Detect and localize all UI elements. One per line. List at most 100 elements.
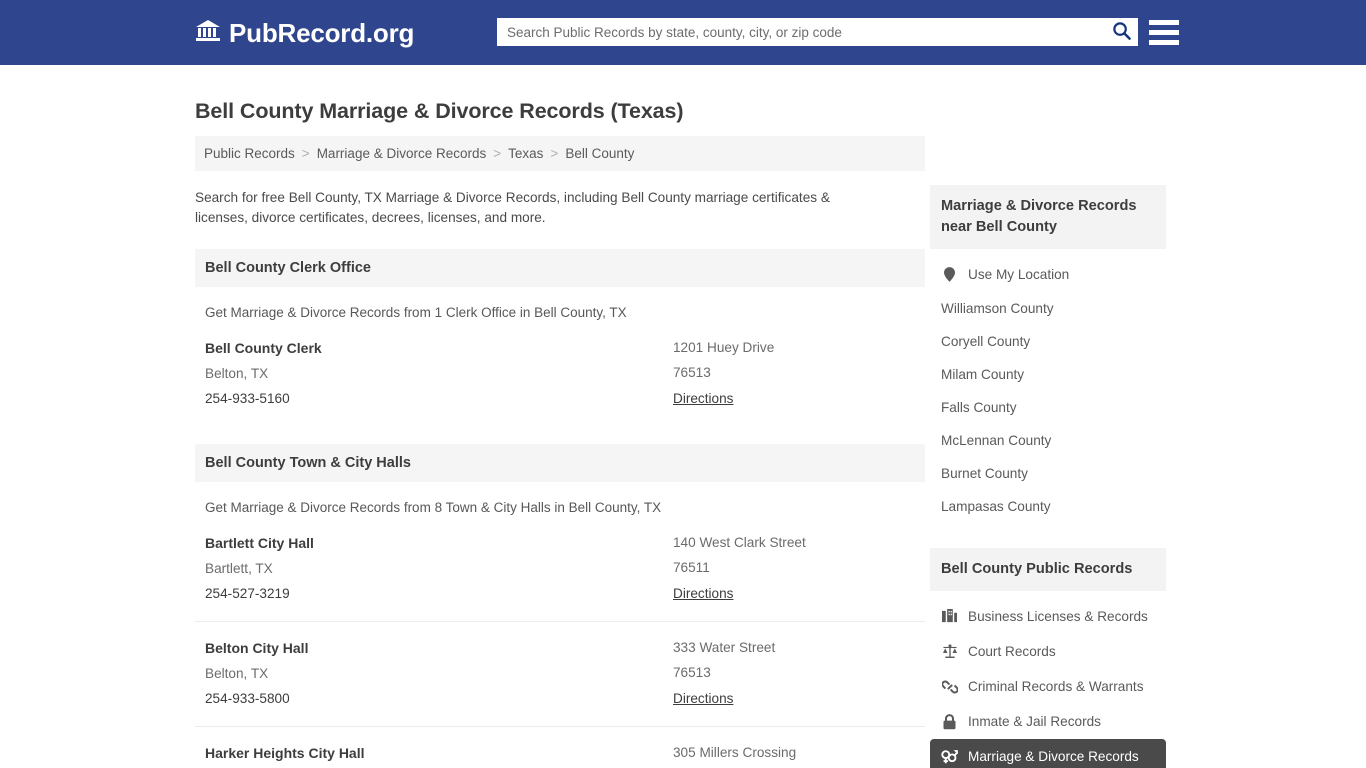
section-town-city-halls: Bell County Town & City Halls Get Marria… <box>195 444 925 768</box>
sidebar-item-label: McLennan County <box>941 433 1052 448</box>
sidebar-item-milam-county[interactable]: Milam County <box>930 358 1166 391</box>
sidebar-heading-nearby: Marriage & Divorce Records near Bell Cou… <box>930 185 1166 249</box>
page-body: Bell County Marriage & Divorce Records (… <box>0 65 1366 768</box>
sidebar-item-marriage-divorce-records[interactable]: Marriage & Divorce Records <box>930 739 1166 768</box>
sidebar-item-criminal-records[interactable]: Criminal Records & Warrants <box>930 669 1166 704</box>
office-city: Belton, TX <box>205 366 269 381</box>
section-heading: Bell County Clerk Office <box>195 249 925 287</box>
entry-primary-column: Belton City Hall Belton, TX 254-933-5800 <box>205 640 673 708</box>
breadcrumb-separator: > <box>493 146 502 161</box>
office-zip: 76511 <box>673 560 710 575</box>
list-item: Lampasas County <box>930 490 1166 523</box>
sidebar-item-mclennan-county[interactable]: McLennan County <box>930 424 1166 457</box>
office-street: 305 Millers Crossing <box>673 745 797 760</box>
sidebar-item-label: Williamson County <box>941 301 1054 316</box>
menu-bar-1 <box>1149 19 1179 25</box>
chain-link-icon <box>941 678 958 695</box>
office-phone: 254-933-5800 <box>205 691 290 706</box>
bank-building-icon <box>195 18 221 47</box>
sidebar-item-label: Inmate & Jail Records <box>968 714 1101 729</box>
section-subtitle: Get Marriage & Divorce Records from 1 Cl… <box>205 305 627 320</box>
sidebar-item-label: Business Licenses & Records <box>968 609 1148 624</box>
sidebar-item-inmate-jail-records[interactable]: Inmate & Jail Records <box>930 704 1166 739</box>
breadcrumb-item-public-records[interactable]: Public Records <box>204 146 295 161</box>
site-header: PubRecord.org <box>0 0 1366 65</box>
list-item: Falls County <box>930 391 1166 424</box>
hamburger-menu-icon[interactable] <box>1149 17 1179 47</box>
directions-link[interactable]: Directions <box>673 691 733 706</box>
sidebar-item-label: Criminal Records & Warrants <box>968 679 1144 694</box>
sidebar-item-label: Falls County <box>941 400 1017 415</box>
sidebar-item-label: Marriage & Divorce Records <box>968 749 1139 764</box>
office-phone: 254-933-5160 <box>205 391 290 406</box>
list-item: Inmate & Jail Records <box>930 704 1166 739</box>
sidebar-item-label: Use My Location <box>968 267 1070 282</box>
list-item: Williamson County <box>930 292 1166 325</box>
sidebar-item-label: Milam County <box>941 367 1025 382</box>
list-item: Criminal Records & Warrants <box>930 669 1166 704</box>
sidebar-item-falls-county[interactable]: Falls County <box>930 391 1166 424</box>
sidebar-nearby-list: Use My Location Williamson County Coryel… <box>930 257 1166 523</box>
entry-address-column: 333 Water Street 76513 Directions <box>673 640 915 708</box>
sidebar-public-records-list: Business Licenses & Records Court Record… <box>930 599 1166 768</box>
building-icon <box>941 608 958 625</box>
balance-scale-icon <box>941 643 958 660</box>
site-logo-link[interactable]: PubRecord.org <box>195 18 414 47</box>
map-pin-icon <box>941 266 958 283</box>
entry-primary-column: Bartlett City Hall Bartlett, TX 254-527-… <box>205 535 673 603</box>
list-item: Milam County <box>930 358 1166 391</box>
sidebar-item-coryell-county[interactable]: Coryell County <box>930 325 1166 358</box>
breadcrumb-separator: > <box>550 146 559 161</box>
section-clerk-office: Bell County Clerk Office Get Marriage & … <box>195 249 925 426</box>
search-bar <box>497 18 1138 46</box>
sidebar-heading-public-records: Bell County Public Records <box>930 548 1166 591</box>
search-icon <box>1112 21 1131 43</box>
menu-bar-2 <box>1149 29 1179 35</box>
list-item: Use My Location <box>930 257 1166 292</box>
breadcrumb-item-texas[interactable]: Texas <box>508 146 543 161</box>
list-item: Business Licenses & Records <box>930 599 1166 634</box>
sidebar-item-lampasas-county[interactable]: Lampasas County <box>930 490 1166 523</box>
sidebar-item-label: Burnet County <box>941 466 1028 481</box>
page-intro-text: Search for free Bell County, TX Marriage… <box>195 190 830 225</box>
table-row: Bell County Clerk Belton, TX 254-933-516… <box>195 340 925 426</box>
office-street: 1201 Huey Drive <box>673 340 775 355</box>
search-button[interactable] <box>1104 18 1138 46</box>
directions-link[interactable]: Directions <box>673 586 733 601</box>
search-input[interactable] <box>497 18 1104 46</box>
menu-bar-3 <box>1149 39 1179 45</box>
sidebar-item-williamson-county[interactable]: Williamson County <box>930 292 1166 325</box>
office-zip: 76513 <box>673 665 711 680</box>
entry-primary-column: Harker Heights City Hall Harker Heights,… <box>205 745 673 768</box>
list-item: Court Records <box>930 634 1166 669</box>
office-name: Bell County Clerk <box>205 340 322 356</box>
office-city: Belton, TX <box>205 666 269 681</box>
office-zip: 76513 <box>673 365 711 380</box>
venus-mars-icon <box>941 748 958 765</box>
breadcrumb-item-bell-county: Bell County <box>565 146 635 161</box>
sidebar-item-court-records[interactable]: Court Records <box>930 634 1166 669</box>
breadcrumb-separator: > <box>301 146 310 161</box>
padlock-icon <box>941 713 958 730</box>
entry-primary-column: Bell County Clerk Belton, TX 254-933-516… <box>205 340 673 408</box>
breadcrumb-item-marriage-divorce-records[interactable]: Marriage & Divorce Records <box>317 146 487 161</box>
table-row: Bartlett City Hall Bartlett, TX 254-527-… <box>195 535 925 622</box>
directions-link[interactable]: Directions <box>673 391 733 406</box>
sidebar-item-burnet-county[interactable]: Burnet County <box>930 457 1166 490</box>
table-row: Belton City Hall Belton, TX 254-933-5800… <box>195 640 925 727</box>
section-heading: Bell County Town & City Halls <box>195 444 925 482</box>
office-street: 140 West Clark Street <box>673 535 806 550</box>
office-street: 333 Water Street <box>673 640 776 655</box>
sidebar-item-business-licenses[interactable]: Business Licenses & Records <box>930 599 1166 634</box>
breadcrumb: Public Records > Marriage & Divorce Reco… <box>195 136 925 171</box>
sidebar-item-label: Lampasas County <box>941 499 1051 514</box>
sidebar-item-use-my-location[interactable]: Use My Location <box>930 257 1166 292</box>
list-item: McLennan County <box>930 424 1166 457</box>
office-name: Bartlett City Hall <box>205 535 314 551</box>
office-name: Harker Heights City Hall <box>205 745 365 761</box>
office-city: Bartlett, TX <box>205 561 273 576</box>
office-name: Belton City Hall <box>205 640 309 656</box>
list-item: Burnet County <box>930 457 1166 490</box>
entry-address-column: 140 West Clark Street 76511 Directions <box>673 535 915 603</box>
entry-address-column: 305 Millers Crossing 76548 Directions <box>673 745 915 768</box>
